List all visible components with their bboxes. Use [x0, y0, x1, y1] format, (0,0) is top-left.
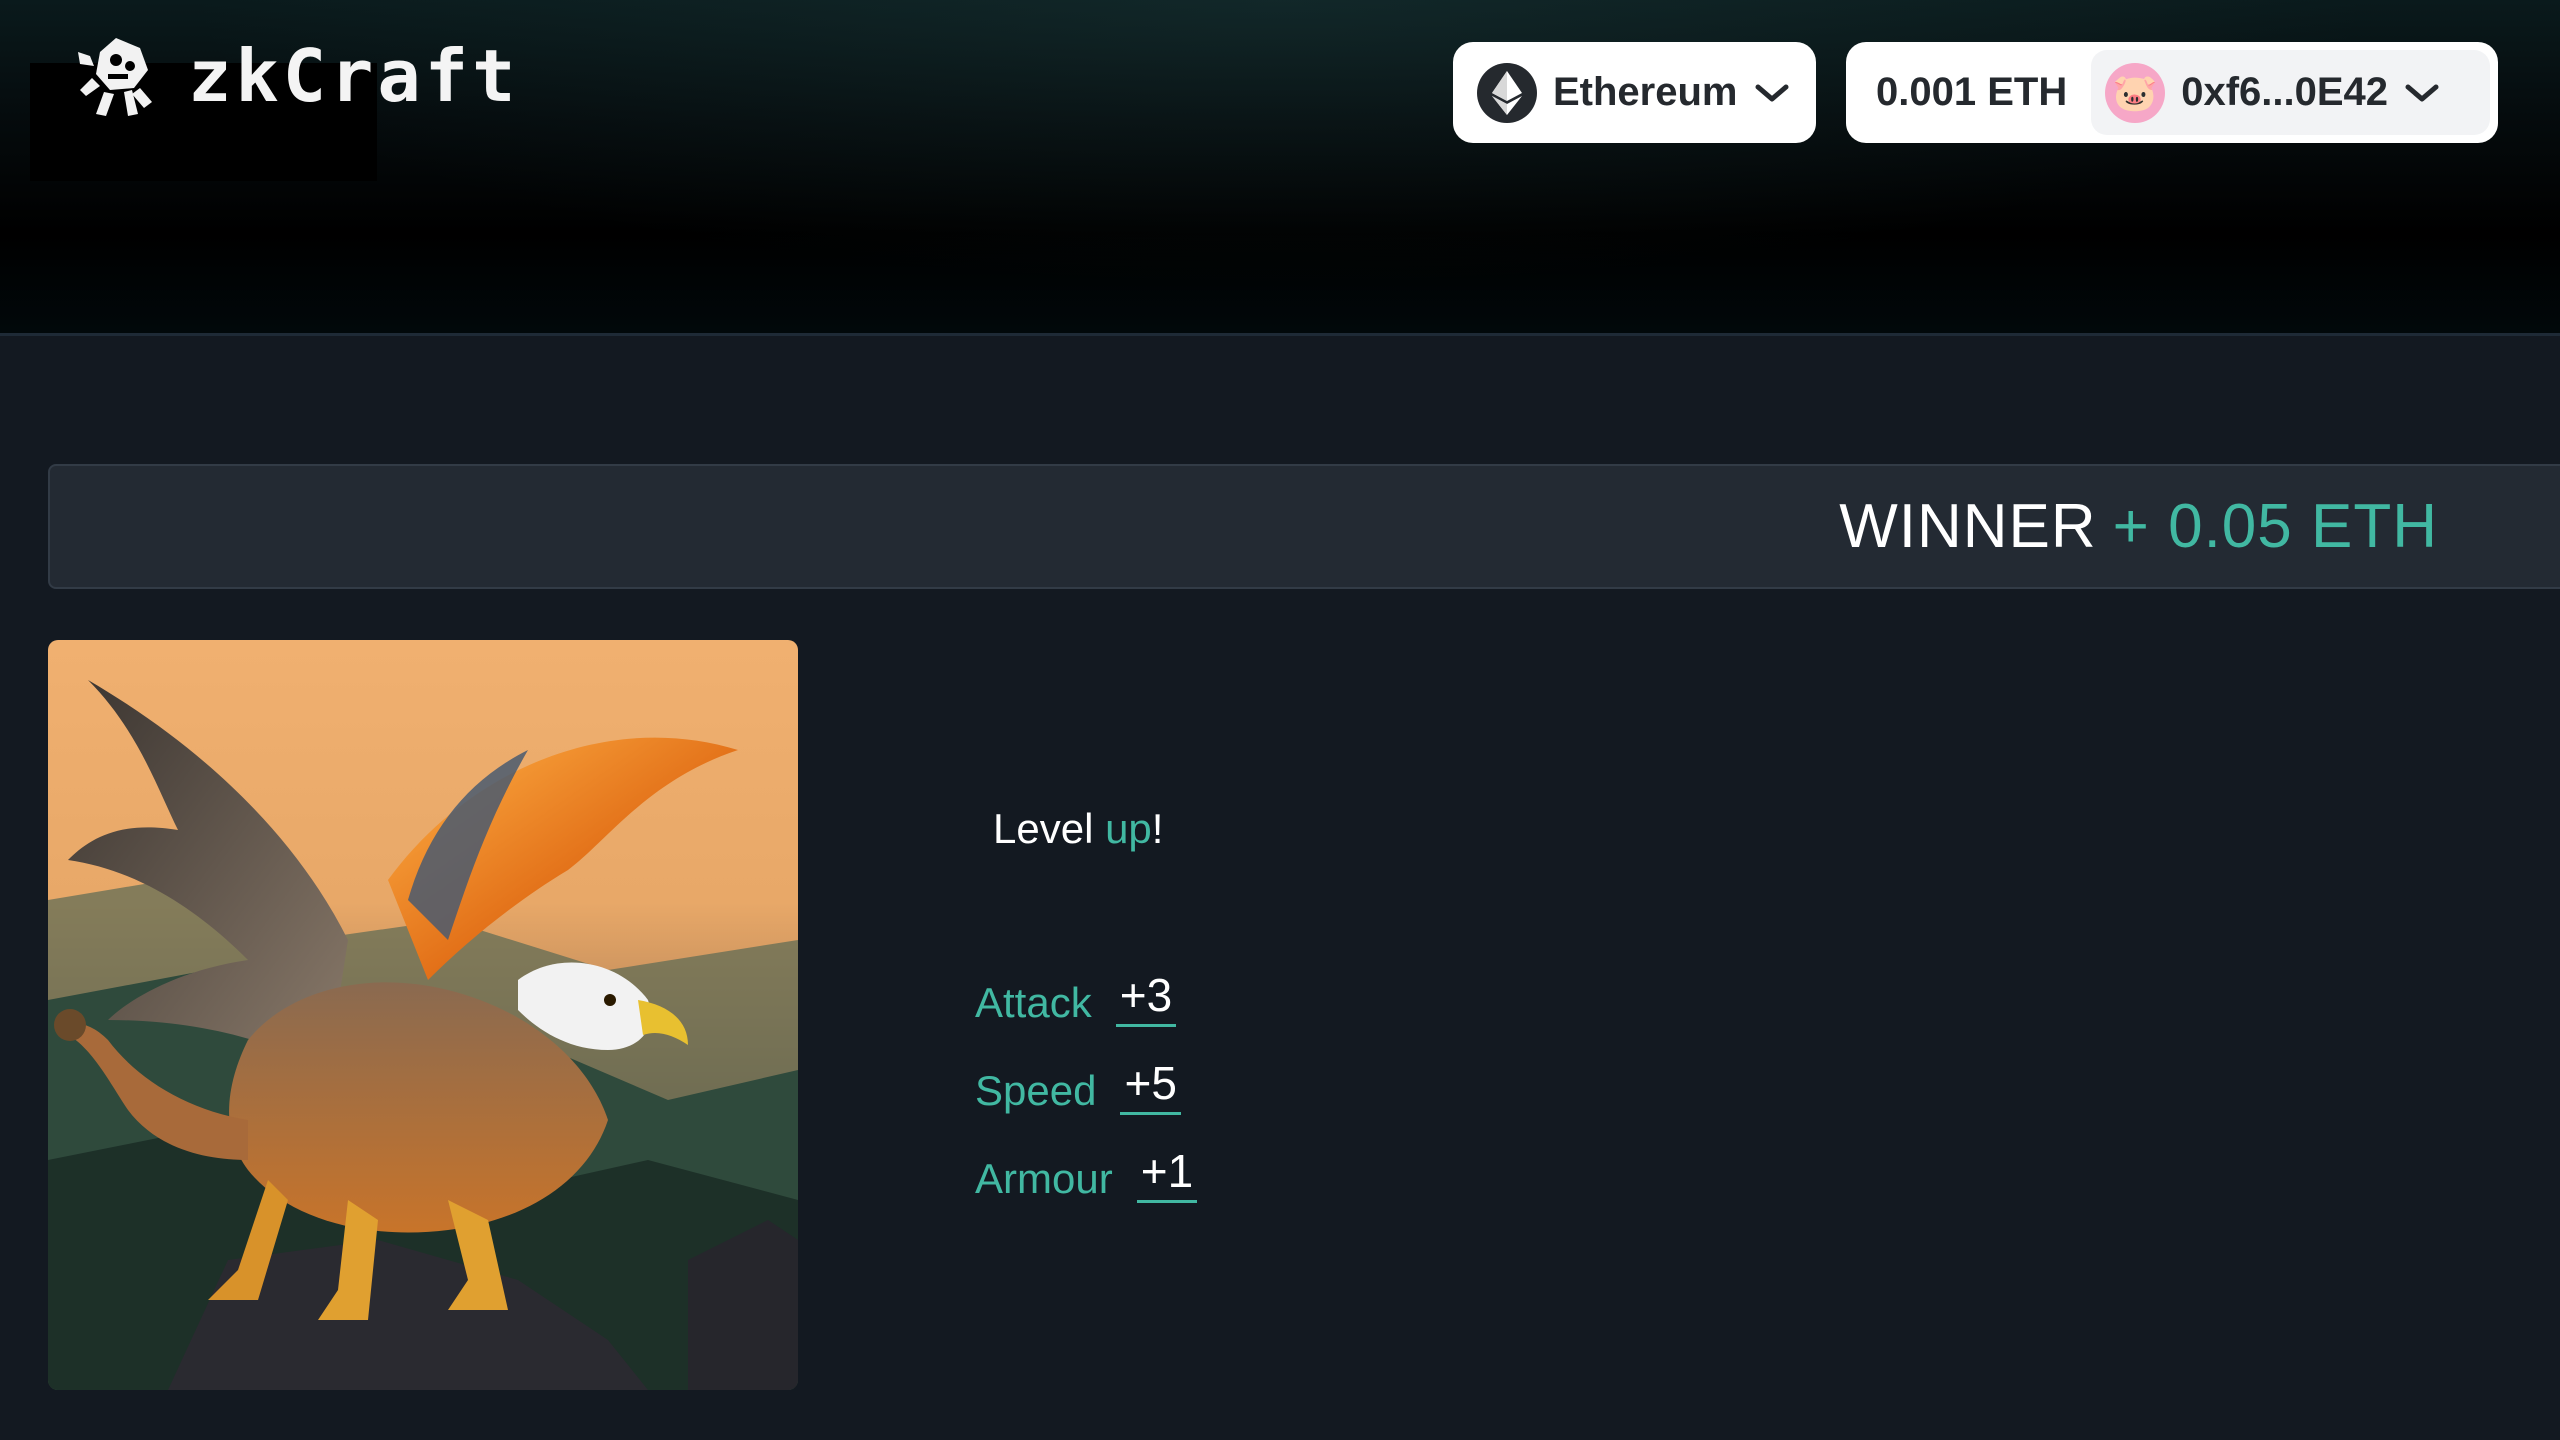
page: zkCraft Ethereum 0.001 ETH 🐷 0xf6...0E42 — [0, 0, 2560, 1440]
logo[interactable]: zkCraft — [70, 30, 519, 122]
wallet-address: 0xf6...0E42 — [2181, 70, 2389, 114]
level-up-suffix: ! — [1151, 805, 1164, 852]
stat-value: +1 — [1136, 1148, 1198, 1203]
ethereum-icon — [1477, 62, 1537, 123]
app-name: zkCraft — [188, 34, 520, 118]
account-address-button[interactable]: 🐷 0xf6...0E42 — [2091, 50, 2490, 135]
winner-banner: WINNER + 0.05 ETH — [48, 464, 2560, 589]
stat-attack: Attack +3 — [975, 972, 1177, 1027]
network-selector-button[interactable]: Ethereum — [1453, 42, 1816, 143]
wallet-balance: 0.001 ETH — [1876, 70, 2068, 114]
header: zkCraft Ethereum 0.001 ETH 🐷 0xf6...0E42 — [0, 0, 2560, 336]
stat-label: Armour — [975, 1155, 1113, 1202]
stat-label: Speed — [975, 1067, 1097, 1114]
level-up-title: Level up! — [993, 805, 1163, 853]
chevron-down-icon — [1755, 84, 1788, 101]
stat-value: +3 — [1115, 972, 1177, 1027]
stat-armour: Armour +1 — [975, 1148, 1198, 1203]
winner-amount: + 0.05 ETH — [2112, 492, 2438, 561]
level-up-prefix: Level — [993, 805, 1094, 852]
winner-label: WINNER — [1839, 492, 2097, 561]
stat-speed: Speed +5 — [975, 1060, 1181, 1115]
network-label: Ethereum — [1553, 70, 1738, 114]
chevron-down-icon — [2405, 84, 2439, 101]
avatar: 🐷 — [2105, 62, 2166, 123]
robot-icon — [78, 38, 152, 116]
stat-value: +5 — [1120, 1060, 1181, 1115]
level-up-accent: up — [1105, 805, 1152, 852]
stat-label: Attack — [975, 979, 1092, 1026]
griffin-artwork — [48, 640, 798, 1390]
account-widget[interactable]: 0.001 ETH 🐷 0xf6...0E42 — [1846, 42, 2498, 143]
winner-message: WINNER + 0.05 ETH — [1839, 466, 2438, 587]
